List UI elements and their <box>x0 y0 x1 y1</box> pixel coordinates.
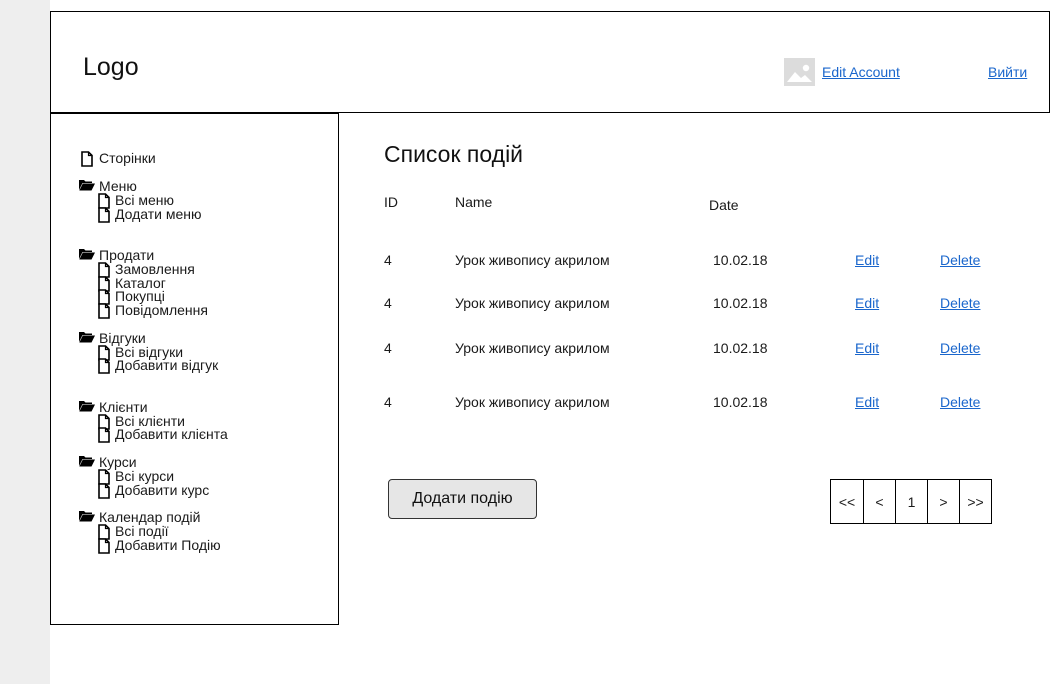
sidebar-item-label: Добавити клієнта <box>115 426 228 442</box>
folder-icon <box>79 180 95 191</box>
page-icon <box>98 207 110 223</box>
page-icon <box>98 538 110 554</box>
folder-icon <box>79 401 95 412</box>
cell-id: 4 <box>384 340 392 356</box>
delete-link[interactable]: Delete <box>940 295 980 311</box>
header: Logo Edit Account Вийти <box>50 11 1050 113</box>
pagination-prev-button[interactable]: < <box>863 480 895 523</box>
sidebar-item-label: Добавити курс <box>115 482 210 498</box>
sidebar-item-label: Всі події <box>115 523 169 539</box>
page-icon <box>98 427 110 443</box>
cell-name: Урок живопису акрилом <box>455 340 610 356</box>
cell-id: 4 <box>384 252 392 268</box>
sidebar-item-label: Покупці <box>115 288 165 304</box>
sidebar-item-label: Добавити Подію <box>115 537 221 553</box>
avatar-image-icon <box>784 58 815 86</box>
column-header-name: Name <box>455 194 493 210</box>
column-header-date: Date <box>709 197 739 213</box>
page-icon <box>98 483 110 499</box>
sidebar-item-label: Повідомлення <box>115 302 208 318</box>
cell-id: 4 <box>384 295 392 311</box>
page-title: Список подій <box>384 141 524 167</box>
cell-date: 10.02.18 <box>713 340 768 356</box>
delete-link[interactable]: Delete <box>940 252 980 268</box>
edit-account-link[interactable]: Edit Account <box>822 64 900 80</box>
logo: Logo <box>83 53 139 81</box>
sidebar-item-label: Сторінки <box>99 150 156 166</box>
sidebar-item-label: Замовлення <box>115 261 195 277</box>
cell-name: Урок живопису акрилом <box>455 295 610 311</box>
sidebar-folder-label: Календар подій <box>99 509 201 525</box>
folder-icon <box>79 511 95 522</box>
sidebar-folder-label: Клієнти <box>99 399 148 415</box>
pagination-page-button[interactable]: 1 <box>895 480 927 523</box>
sidebar-folder-label: Меню <box>99 178 137 194</box>
pagination-last-button[interactable]: >> <box>959 480 991 523</box>
cell-id: 4 <box>384 394 392 410</box>
edit-link[interactable]: Edit <box>855 295 879 311</box>
cell-date: 10.02.18 <box>713 394 768 410</box>
folder-icon <box>79 332 95 343</box>
edit-link[interactable]: Edit <box>855 340 879 356</box>
sidebar-folder-label: Курси <box>99 454 137 470</box>
sidebar-item-label: Додати меню <box>115 206 202 222</box>
sidebar-item-label: Всі курси <box>115 468 175 484</box>
pagination-first-button[interactable]: << <box>831 480 863 523</box>
cell-date: 10.02.18 <box>713 295 768 311</box>
folder-icon <box>79 456 95 467</box>
add-event-button[interactable]: Додати подію <box>388 479 537 519</box>
pagination: << < 1 > >> <box>830 479 992 524</box>
page-icon <box>98 303 110 319</box>
sidebar-folder-label: Продати <box>99 247 155 263</box>
sidebar-item-label: Всі меню <box>115 192 174 208</box>
column-header-id: ID <box>384 194 398 210</box>
delete-link[interactable]: Delete <box>940 340 980 356</box>
pagination-next-button[interactable]: > <box>927 480 959 523</box>
page-icon <box>81 151 93 167</box>
sidebar-folder-label: Відгуки <box>99 330 146 346</box>
cell-name: Урок живопису акрилом <box>455 252 610 268</box>
page-icon <box>98 358 110 374</box>
edit-link[interactable]: Edit <box>855 394 879 410</box>
cell-name: Урок живопису акрилом <box>455 394 610 410</box>
sidebar-item-label: Добавити відгук <box>115 357 219 373</box>
sidebar: Сторінки Меню Всі меню Додати меню Прода… <box>50 113 339 625</box>
cell-date: 10.02.18 <box>713 252 768 268</box>
logout-link[interactable]: Вийти <box>988 64 1027 80</box>
edit-link[interactable]: Edit <box>855 252 879 268</box>
delete-link[interactable]: Delete <box>940 394 980 410</box>
folder-icon <box>79 249 95 260</box>
